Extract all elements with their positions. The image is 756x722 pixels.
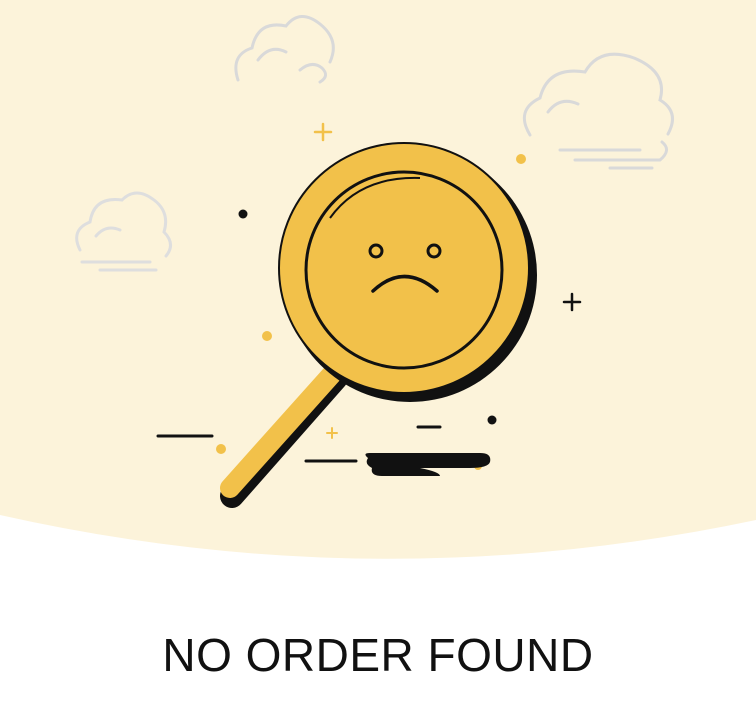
dot-black-icon [238,209,248,219]
empty-orders-screen: NO ORDER FOUND [0,0,756,722]
dot-yellow-icon [516,154,526,164]
empty-state-message: NO ORDER FOUND [162,629,594,681]
dot-yellow-icon [216,444,226,454]
dot-yellow-icon [262,331,272,341]
no-order-illustration [0,0,756,559]
dot-black-icon [487,415,497,425]
